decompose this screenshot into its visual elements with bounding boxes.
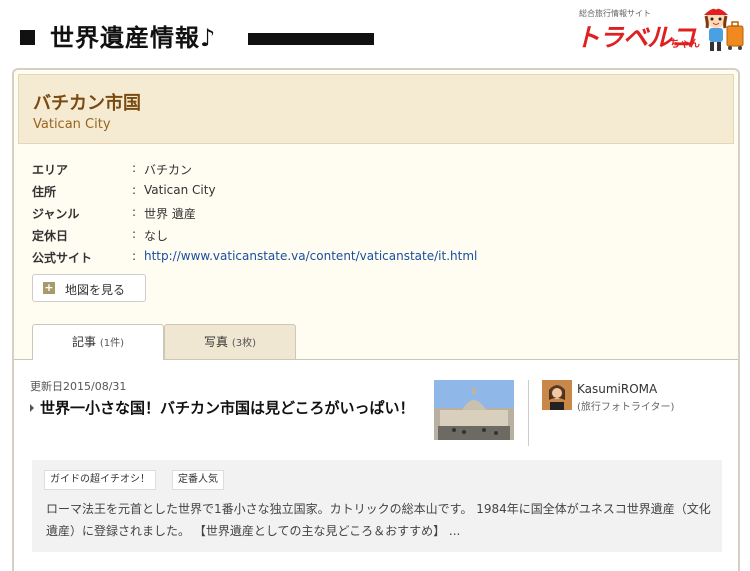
plus-icon: + — [43, 281, 55, 294]
info-separator: : — [132, 183, 137, 197]
header-square-icon — [20, 30, 35, 45]
info-separator: : — [132, 161, 137, 175]
article-list: 更新日2015/08/31 世界一小さな国！バチカン市国は見どころがいっぱい！ — [14, 360, 738, 571]
tag-badge: 定番人気 — [172, 470, 224, 490]
tab-articles[interactable]: 記事 (1件) — [32, 324, 164, 361]
update-date: 更新日2015/08/31 — [30, 380, 127, 393]
info-label: 公式サイト — [32, 251, 93, 265]
info-label: 定休日 — [32, 229, 69, 243]
view-map-label: 地図を見る — [65, 283, 126, 297]
place-detail-panel: バチカン市国 Vatican City エリア : バチカン 住所 : Vati… — [12, 68, 740, 571]
info-value: Vatican City — [144, 183, 216, 197]
info-table: エリア : バチカン 住所 : Vatican City ジャンル : 世界 遺… — [32, 158, 712, 268]
info-row-official-site: 公式サイト : http://www.vaticanstate.va/conte… — [32, 246, 712, 268]
info-label: 住所 — [32, 185, 57, 199]
article-summary: ガイドの超イチオシ！ 定番人気 ローマ法王を元首とした世界で1番小さな独立国家。… — [32, 460, 722, 552]
info-separator: : — [132, 227, 137, 241]
info-separator: : — [132, 249, 137, 263]
info-separator: : — [132, 205, 137, 219]
tab-photos-count: (3枚) — [231, 338, 256, 349]
tab-articles-label: 記事 — [71, 335, 96, 349]
info-value: なし — [144, 229, 169, 243]
info-row-address: 住所 : Vatican City — [32, 180, 712, 202]
article-title: 世界一小さな国！バチカン市国は見どころがいっぱい！ — [40, 399, 415, 417]
author-role: (旅行フォトライター) — [577, 402, 675, 413]
tag-badge: ガイドの超イチオシ！ — [44, 470, 156, 490]
author-name[interactable]: KasumiROMA — [577, 382, 657, 396]
info-row-closed-days: 定休日 : なし — [32, 224, 712, 246]
place-header: バチカン市国 Vatican City — [18, 74, 734, 144]
author-avatar[interactable] — [542, 380, 572, 410]
info-label: ジャンル — [32, 207, 80, 221]
article-title-link[interactable]: 世界一小さな国！バチカン市国は見どころがいっぱい！ — [30, 396, 415, 420]
summary-text: ローマ法王を元首とした世界で1番小さな独立国家。カトリックの総本山です。 198… — [46, 502, 711, 538]
vertical-divider — [528, 380, 529, 446]
redacted-bar — [248, 33, 374, 45]
info-label: エリア — [32, 163, 69, 177]
info-value: バチカン — [144, 163, 193, 177]
page-title: 世界遺産情報♪ — [50, 24, 217, 52]
article-thumbnail[interactable] — [434, 380, 514, 440]
tab-bar: 記事 (1件) 写真 (3枚) — [14, 322, 738, 361]
arrow-right-icon — [30, 404, 34, 412]
place-name-ja: バチカン市国 — [33, 93, 141, 114]
place-name-en: Vatican City — [33, 117, 111, 132]
official-site-link[interactable]: http://www.vaticanstate.va/content/vatic… — [144, 249, 477, 263]
tab-photos[interactable]: 写真 (3枚) — [164, 324, 296, 360]
info-row-genre: ジャンル : 世界 遺産 — [32, 202, 712, 224]
page-header: 世界遺産情報♪ 総合旅行情報サイト トラベルコ ちゃん — [0, 0, 750, 68]
tab-photos-label: 写真 — [203, 335, 228, 349]
info-row-area: エリア : バチカン — [32, 158, 712, 180]
tab-articles-count: (1件) — [99, 338, 124, 349]
view-map-button[interactable]: + 地図を見る — [32, 274, 146, 302]
info-value: 世界 遺産 — [144, 207, 196, 221]
travelko-logo[interactable]: 総合旅行情報サイト トラベルコ ちゃん — [575, 2, 749, 58]
mascot-icon — [704, 4, 744, 51]
